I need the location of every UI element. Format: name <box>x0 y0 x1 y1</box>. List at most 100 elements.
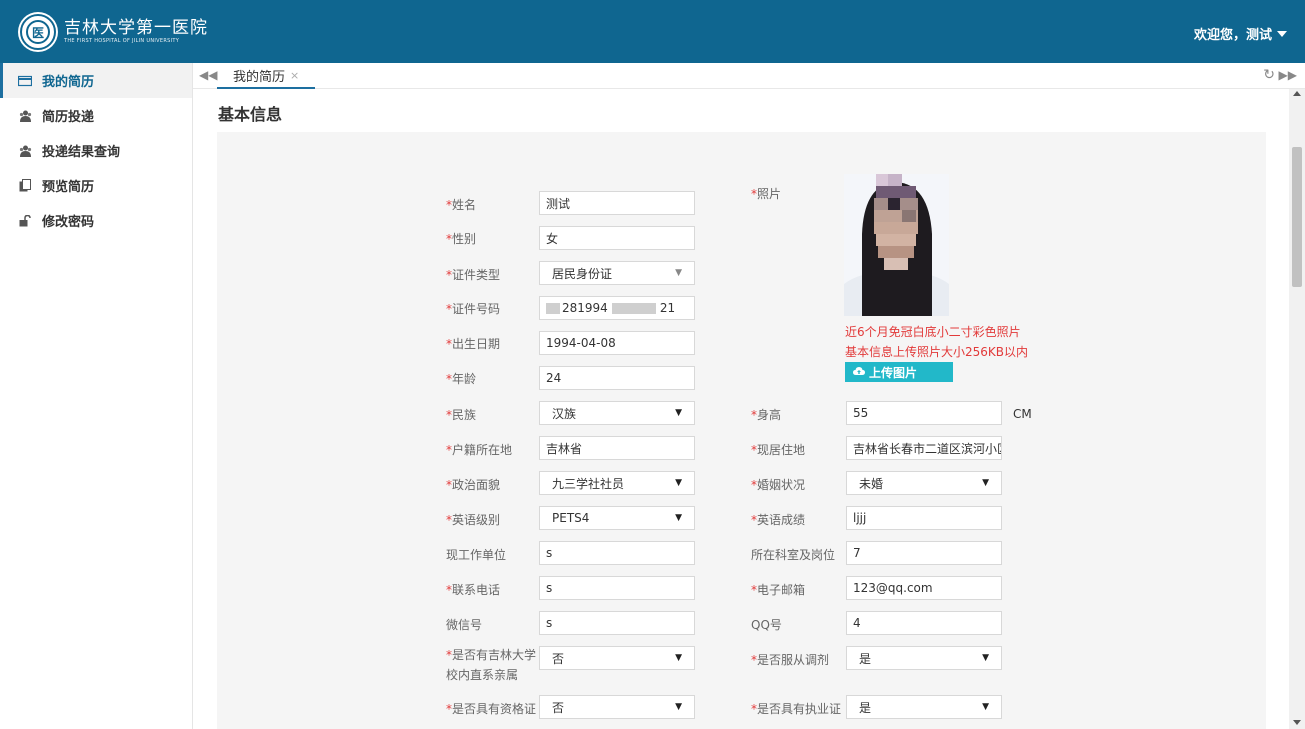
upload-photo-button[interactable]: 上传图片 <box>845 362 953 382</box>
english-score-input[interactable]: ljjj <box>846 506 1002 530</box>
sidebar-item-label: 我的简历 <box>42 75 95 90</box>
id-type-label: *证件类型 <box>446 268 501 282</box>
scroll-left-icon[interactable]: ◀◀ <box>199 68 217 82</box>
users-icon <box>18 144 32 158</box>
sidebar-item-change-password[interactable]: 修改密码 <box>0 203 192 238</box>
qq-label: QQ号 <box>751 618 782 632</box>
height-input[interactable]: 55 <box>846 401 1002 425</box>
copy-icon <box>18 179 32 193</box>
relatives-select[interactable]: 否 ▼ <box>539 646 695 670</box>
sidebar-item-label: 投递结果查询 <box>42 145 121 160</box>
logo-subtitle: THE FIRST HOSPITAL OF JILIN UNIVERSITY <box>64 38 180 44</box>
top-bar: 医 吉林大学第一医院 THE FIRST HOSPITAL OF JILIN U… <box>0 0 1305 63</box>
chevron-down-icon: ▼ <box>675 408 682 418</box>
sidebar-item-submit-resume[interactable]: 简历投递 <box>0 98 192 133</box>
english-score-label: *英语成绩 <box>751 513 806 527</box>
chevron-down-icon: ▼ <box>675 702 682 712</box>
scroll-up-icon[interactable] <box>1293 91 1301 96</box>
sidebar-item-label: 预览简历 <box>42 180 95 195</box>
age-label: *年龄 <box>446 372 477 386</box>
caret-down-icon <box>1277 30 1287 37</box>
photo-note-2: 基本信息上传照片大小256KB以内 <box>845 345 1029 359</box>
obey-assign-select[interactable]: 是 ▼ <box>846 646 1002 670</box>
sidebar-item-my-resume[interactable]: 我的简历 <box>0 63 192 98</box>
wechat-label: 微信号 <box>446 618 483 632</box>
id-type-select[interactable]: 居民身份证 ▼ <box>539 261 695 285</box>
chevron-down-icon: ▼ <box>982 702 989 712</box>
refresh-icon[interactable]: ↻ <box>1263 67 1275 83</box>
residence-input[interactable]: 吉林省长春市二道区滨河小区 <box>846 436 1002 460</box>
license-select[interactable]: 是 ▼ <box>846 695 1002 719</box>
height-unit: CM <box>1013 407 1032 421</box>
qualification-select[interactable]: 否 ▼ <box>539 695 695 719</box>
tab-my-resume[interactable]: 我的简历 × <box>217 63 316 89</box>
photo-label: *照片 <box>751 187 782 201</box>
qq-input[interactable]: 4 <box>846 611 1002 635</box>
english-level-select[interactable]: PETS4 ▼ <box>539 506 695 530</box>
card-icon <box>18 74 32 88</box>
hospital-logo: 医 吉林大学第一医院 THE FIRST HOSPITAL OF JILIN U… <box>20 14 208 50</box>
gender-input[interactable]: 女 <box>539 226 695 250</box>
chevron-down-icon: ▼ <box>675 513 682 523</box>
gender-label: *性别 <box>446 232 477 246</box>
photo-preview <box>844 174 949 316</box>
email-label: *电子邮箱 <box>751 583 806 597</box>
sidebar-item-preview-resume[interactable]: 预览简历 <box>0 168 192 203</box>
ethnicity-select[interactable]: 汉族 ▼ <box>539 401 695 425</box>
id-number-input[interactable]: 281994 21 <box>539 296 695 320</box>
hospital-seal-icon: 医 <box>20 14 56 50</box>
age-input[interactable]: 24 <box>539 366 695 390</box>
chevron-down-icon: ▼ <box>982 653 989 663</box>
logo-title: 吉林大学第一医院 <box>64 18 208 38</box>
section-title: 基本信息 <box>218 105 283 124</box>
political-select[interactable]: 九三学社社员 ▼ <box>539 471 695 495</box>
welcome-text: 欢迎您，测试 <box>1193 28 1272 43</box>
birth-date-label: *出生日期 <box>446 337 501 351</box>
license-label: *是否具有执业证 <box>751 702 842 716</box>
marital-label: *婚姻状况 <box>751 478 806 492</box>
vertical-scrollbar[interactable] <box>1289 89 1305 729</box>
phone-label: *联系电话 <box>446 583 501 597</box>
email-input[interactable]: 123@qq.com <box>846 576 1002 600</box>
chevron-down-icon: ▼ <box>675 653 682 663</box>
close-icon[interactable]: × <box>290 69 299 82</box>
scroll-down-icon[interactable] <box>1293 720 1301 725</box>
cloud-upload-icon <box>853 365 865 379</box>
sidebar-item-label: 修改密码 <box>42 215 95 230</box>
chevron-down-icon: ▼ <box>675 268 682 278</box>
sidebar-item-label: 简历投递 <box>42 110 95 125</box>
height-label: *身高 <box>751 408 782 422</box>
marital-select[interactable]: 未婚 ▼ <box>846 471 1002 495</box>
users-icon <box>18 109 32 123</box>
phone-input[interactable]: s <box>539 576 695 600</box>
hukou-input[interactable]: 吉林省 <box>539 436 695 460</box>
scroll-right-icon[interactable]: ▶▶ <box>1279 68 1297 82</box>
sidebar: 我的简历 简历投递 投递结果查询 预览简历 修改密码 <box>0 63 193 729</box>
chevron-down-icon: ▼ <box>982 478 989 488</box>
department-input[interactable]: 7 <box>846 541 1002 565</box>
wechat-input[interactable]: s <box>539 611 695 635</box>
ethnicity-label: *民族 <box>446 408 477 422</box>
relatives-label: *是否有吉林大学 校内直系亲属 <box>446 648 537 682</box>
unlock-icon <box>18 214 32 228</box>
name-label: *姓名 <box>446 198 477 212</box>
basic-info-panel <box>217 132 1266 729</box>
qualification-label: *是否具有资格证 <box>446 702 537 716</box>
scrollbar-thumb[interactable] <box>1292 147 1302 287</box>
name-input[interactable]: 测试 <box>539 191 695 215</box>
english-level-label: *英语级别 <box>446 513 501 527</box>
birth-date-input[interactable]: 1994-04-08 <box>539 331 695 355</box>
residence-label: *现居住地 <box>751 443 806 457</box>
photo-note-1: 近6个月免冠白底小二寸彩色照片 <box>845 325 1021 339</box>
sidebar-item-result-query[interactable]: 投递结果查询 <box>0 133 192 168</box>
employer-label: 现工作单位 <box>446 548 507 562</box>
tab-label: 我的简历 <box>233 69 286 85</box>
employer-input[interactable]: s <box>539 541 695 565</box>
user-menu[interactable]: 欢迎您，测试 <box>1194 24 1287 43</box>
tab-bar: ◀◀ 我的简历 × ↻ ▶▶ <box>193 63 1305 89</box>
political-label: *政治面貌 <box>446 478 501 492</box>
hukou-label: *户籍所在地 <box>446 443 513 457</box>
main-content: 基本信息 *姓名 测试 *性别 女 *证件类型 居民身份证 ▼ *证件号码 281… <box>193 89 1289 729</box>
obey-assign-label: *是否服从调剂 <box>751 653 830 667</box>
department-label: 所在科室及岗位 <box>751 548 836 562</box>
